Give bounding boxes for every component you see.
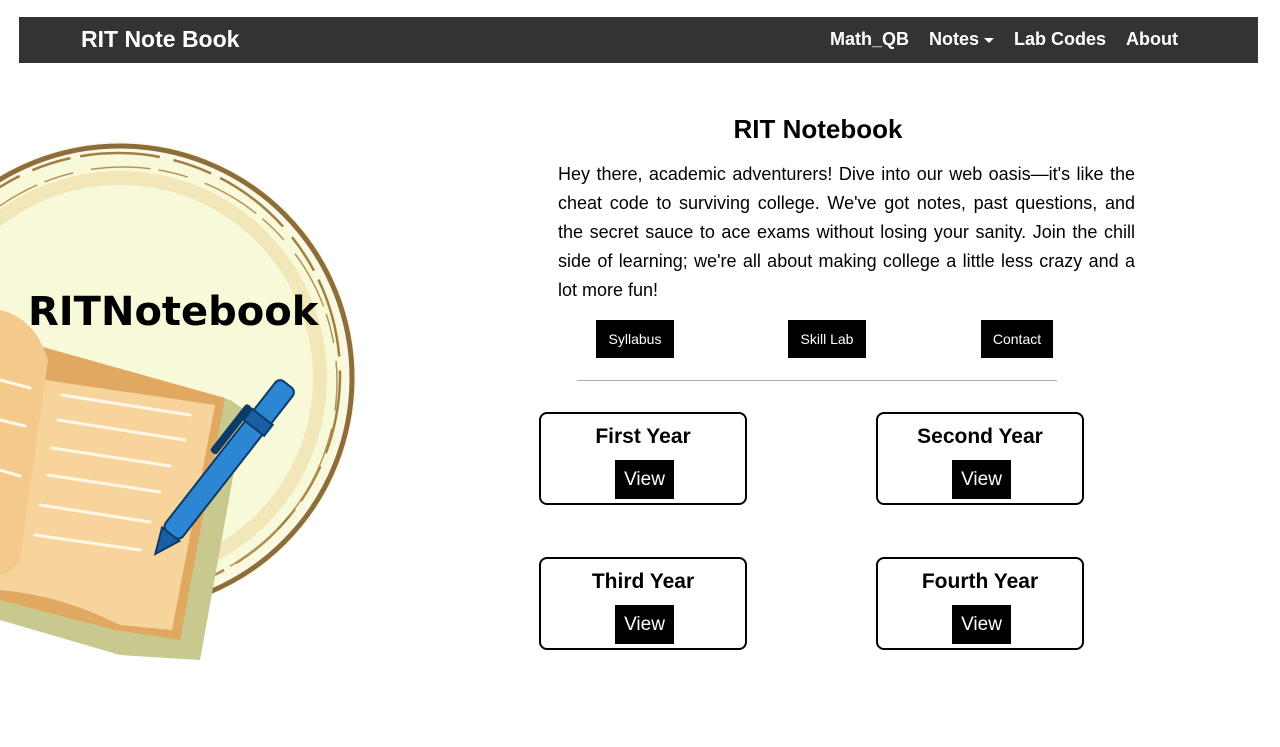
brand-link[interactable]: RIT Note Book [81,26,239,53]
caret-down-icon [984,38,994,43]
contact-button[interactable]: Contact [981,320,1053,358]
year-card-title: Second Year [917,425,1043,448]
hero-logo-image: RITNotebook [0,142,356,660]
nav-link-math-qb[interactable]: Math_QB [830,29,909,50]
year-card-title: First Year [595,425,691,448]
view-first-year-button[interactable]: View [615,460,674,499]
year-card-third: Third Year View [539,557,747,650]
view-fourth-year-button[interactable]: View [952,605,1011,644]
nav-dropdown-notes[interactable]: Notes [929,29,994,50]
nav-link-label: Notes [928,29,979,49]
view-third-year-button[interactable]: View [615,605,674,644]
nav-links: Math_QB Notes Lab Codes About [830,29,1178,50]
year-card-title: Fourth Year [921,570,1039,593]
nav-link-label: About [1126,29,1178,49]
year-card-second: Second Year View [876,412,1084,505]
year-card-first: First Year View [539,412,747,505]
svg-text:RITNotebook: RITNotebook [28,289,320,335]
skill-lab-button[interactable]: Skill Lab [788,320,866,358]
nav-link-label: Math_QB [829,29,909,49]
nav-link-label: Lab Codes [1014,29,1107,49]
view-second-year-button[interactable]: View [952,460,1011,499]
year-card-fourth: Fourth Year View [876,557,1084,650]
top-navbar: RIT Note Book Math_QB Notes Lab Codes Ab… [19,17,1258,63]
year-card-title: Third Year [591,570,695,593]
page-title: RIT Notebook [733,114,903,144]
section-divider [577,380,1057,381]
nav-link-lab-codes[interactable]: Lab Codes [1014,29,1106,50]
syllabus-button[interactable]: Syllabus [596,320,674,358]
intro-paragraph: Hey there, academic adventurers! Dive in… [558,164,1135,300]
nav-link-about[interactable]: About [1126,29,1178,50]
